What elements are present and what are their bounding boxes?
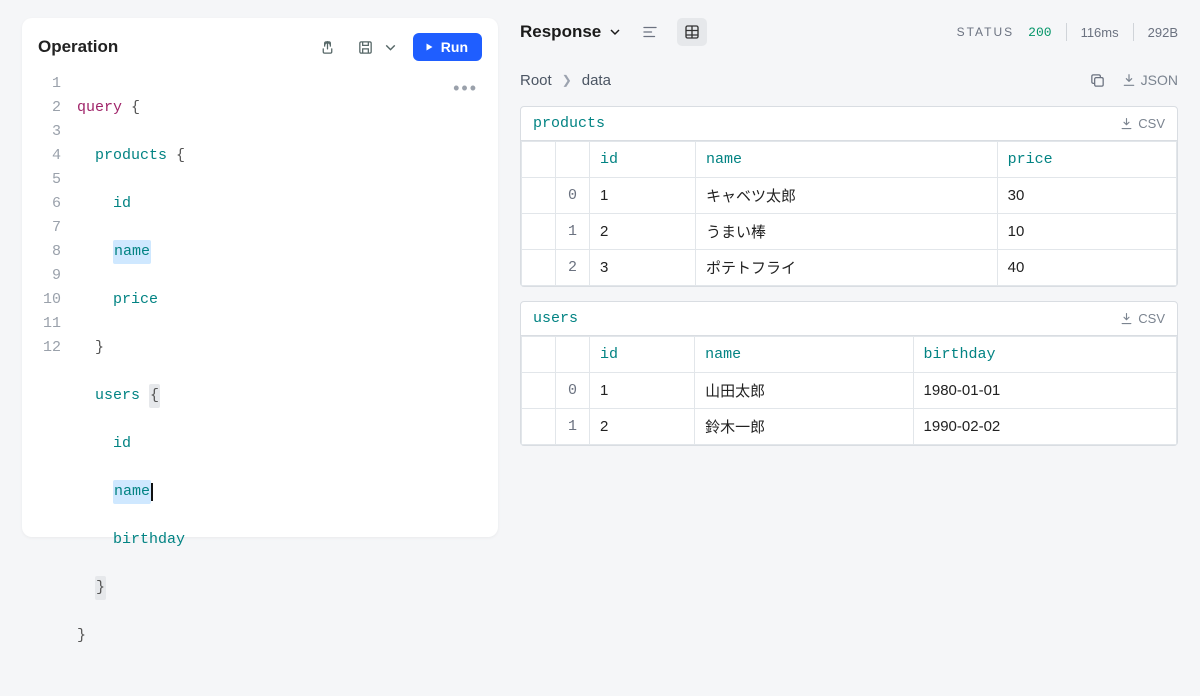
row-handle [522,409,556,445]
response-size: 292B [1148,25,1178,40]
latency: 116ms [1081,25,1119,40]
run-button-label: Run [441,39,468,55]
cell[interactable]: 山田太郎 [695,373,913,409]
row-index: 1 [556,214,590,250]
csv-label: CSV [1138,311,1165,326]
csv-label: CSV [1138,116,1165,131]
section-header: products CSV [521,107,1177,141]
cell[interactable]: 3 [590,250,696,286]
cell[interactable]: 1 [590,178,696,214]
breadcrumb-current: data [582,72,611,89]
data-section-users: usersCSVidnamebirthday01山田太郎1980-01-0112… [520,301,1178,446]
section-header: users CSV [521,302,1177,336]
run-button[interactable]: Run [413,33,482,61]
data-sections: productsCSVidnameprice01キャベツ太郎3012うまい棒10… [520,106,1178,446]
save-button[interactable] [351,32,381,62]
download-json-button[interactable]: JSON [1121,72,1178,88]
row-handle [522,373,556,409]
response-panel: Response STATUS 200 116ms 292B Root ❯ da… [498,0,1200,537]
table-row[interactable]: 23ポテトフライ40 [522,250,1177,286]
app-root: Operation Run ••• [0,0,1200,537]
download-csv-button[interactable]: CSV [1119,116,1165,131]
response-header: Response STATUS 200 116ms 292B [520,18,1178,46]
view-table-button[interactable] [677,18,707,46]
table-row[interactable]: 01キャベツ太郎30 [522,178,1177,214]
cell[interactable]: うまい棒 [696,214,998,250]
row-index: 0 [556,373,590,409]
cell[interactable]: 2 [590,409,695,445]
text-lines-icon [641,23,659,41]
code-editor[interactable]: 123456789101112 query { products { id na… [22,72,498,696]
share-button[interactable] [313,32,343,62]
section-name: users [533,310,578,327]
chevron-right-icon: ❯ [562,73,572,87]
share-icon [319,39,336,56]
breadcrumb: Root ❯ data JSON [520,66,1178,94]
table-row[interactable]: 12うまい棒10 [522,214,1177,250]
column-header[interactable]: id [590,337,695,373]
line-gutter: 123456789101112 [22,72,77,696]
row-handle [522,250,556,286]
download-icon [1121,72,1137,88]
response-title-group[interactable]: Response [520,22,623,42]
cell[interactable]: 鈴木一郎 [695,409,913,445]
cell[interactable]: ポテトフライ [696,250,998,286]
column-header[interactable]: name [696,142,998,178]
column-header[interactable]: name [695,337,913,373]
corner-cell [522,337,556,373]
operation-panel: Operation Run ••• [0,0,498,537]
code-body[interactable]: query { products { id name price } users… [77,72,498,696]
index-header [556,142,590,178]
play-icon [423,41,435,53]
status-group: STATUS 200 116ms 292B [957,23,1178,41]
cell[interactable]: 40 [997,250,1176,286]
save-icon [357,39,374,56]
section-name: products [533,115,605,132]
operation-title: Operation [38,37,305,57]
save-dropdown[interactable] [381,32,401,62]
row-handle [522,214,556,250]
copy-button[interactable] [1083,66,1113,94]
table-row[interactable]: 01山田太郎1980-01-01 [522,373,1177,409]
download-csv-button[interactable]: CSV [1119,311,1165,326]
download-icon [1119,116,1134,131]
data-table: idnamebirthday01山田太郎1980-01-0112鈴木一郎1990… [521,336,1177,445]
chevron-down-icon [382,39,399,56]
view-text-button[interactable] [635,18,665,46]
table-row[interactable]: 12鈴木一郎1990-02-02 [522,409,1177,445]
cell[interactable]: 2 [590,214,696,250]
corner-cell [522,142,556,178]
copy-icon [1089,72,1106,89]
row-index: 1 [556,409,590,445]
cell[interactable]: 30 [997,178,1176,214]
cell[interactable]: キャベツ太郎 [696,178,998,214]
data-table: idnameprice01キャベツ太郎3012うまい棒1023ポテトフライ40 [521,141,1177,286]
column-header[interactable]: price [997,142,1176,178]
row-index: 0 [556,178,590,214]
index-header [556,337,590,373]
operation-header: Operation Run [22,18,498,72]
cell[interactable]: 1990-02-02 [913,409,1176,445]
status-label: STATUS [957,25,1015,39]
data-section-products: productsCSVidnameprice01キャベツ太郎3012うまい棒10… [520,106,1178,287]
response-title: Response [520,22,601,42]
column-header[interactable]: birthday [913,337,1176,373]
status-code: 200 [1028,25,1051,40]
chevron-down-icon [607,24,623,40]
table-icon [683,23,701,41]
cell[interactable]: 1 [590,373,695,409]
row-handle [522,178,556,214]
cell[interactable]: 10 [997,214,1176,250]
download-icon [1119,311,1134,326]
cell[interactable]: 1980-01-01 [913,373,1176,409]
json-label: JSON [1141,72,1178,88]
column-header[interactable]: id [590,142,696,178]
row-index: 2 [556,250,590,286]
operation-card: Operation Run ••• [22,18,498,537]
breadcrumb-root[interactable]: Root [520,72,552,89]
